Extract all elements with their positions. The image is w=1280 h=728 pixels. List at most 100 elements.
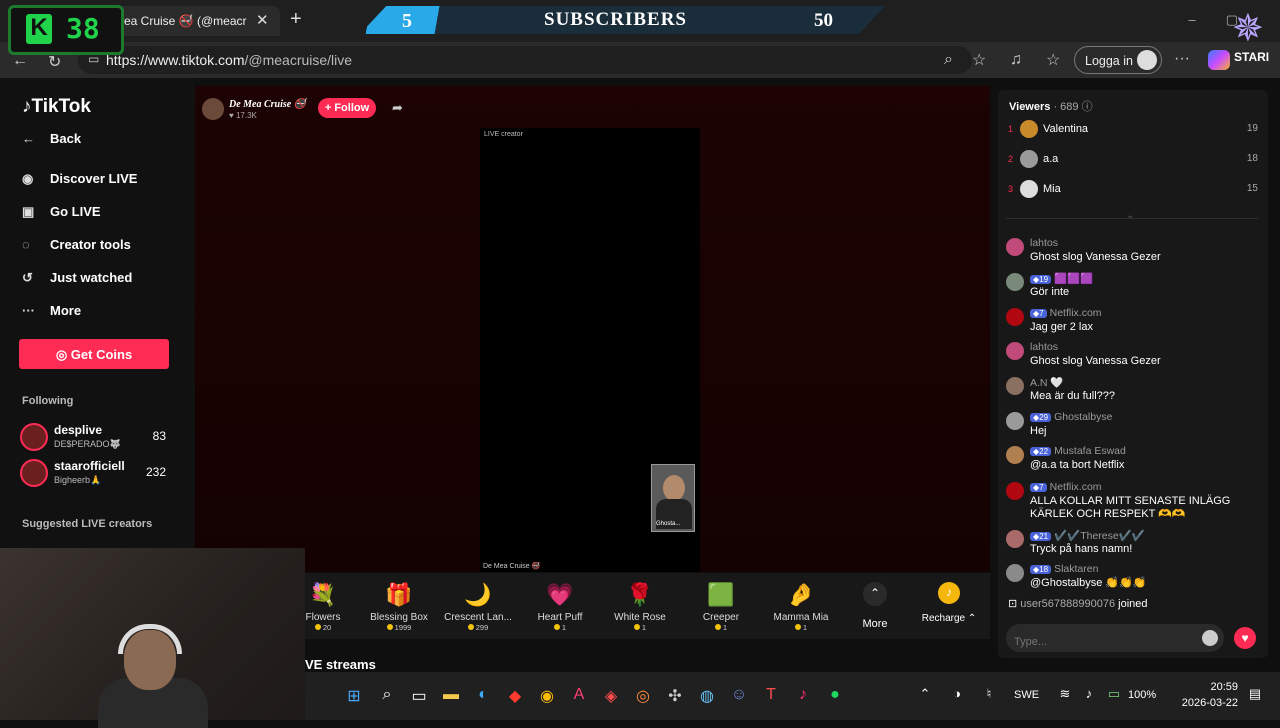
- viewer-rank-row[interactable]: 3 Mia 15: [1008, 180, 1258, 202]
- favorites-icon[interactable]: ☆: [1046, 50, 1060, 70]
- guest-video[interactable]: Ghosta...: [651, 464, 695, 532]
- emoji-icon[interactable]: [1202, 630, 1218, 646]
- viewer-name: Valentina: [1043, 123, 1089, 135]
- start-icon[interactable]: ⊞: [343, 686, 365, 706]
- spotify-icon[interactable]: ●: [824, 686, 846, 706]
- openai-icon[interactable]: ✣: [664, 686, 686, 706]
- app-diamond-icon[interactable]: ◆: [504, 686, 526, 706]
- reload-icon[interactable]: ↻: [48, 52, 61, 72]
- language-indicator[interactable]: SWE: [1014, 689, 1039, 701]
- chat-username[interactable]: ◆19 🟪🟪🟪: [1030, 272, 1093, 285]
- adobe-icon[interactable]: A: [568, 686, 590, 706]
- sidebar-item-go-live[interactable]: ▣ Go LIVE: [22, 204, 101, 220]
- following-item[interactable]: staarofficiell Bigheerb🙏 232: [20, 459, 170, 493]
- microphone-icon[interactable]: ♮: [978, 686, 1000, 706]
- host-avatar[interactable]: [202, 98, 224, 120]
- clock-date[interactable]: 2026-03-22: [1170, 697, 1238, 709]
- avatar: [1020, 150, 1038, 168]
- gift-item[interactable]: 💗 Heart Puff 1: [521, 580, 599, 632]
- sidebar-item-more[interactable]: ··· More: [22, 303, 81, 318]
- tiktok-logo[interactable]: ♪TikTok: [22, 96, 91, 118]
- gift-item[interactable]: 🌹 White Rose 1: [601, 580, 679, 632]
- tiktok-app-icon[interactable]: ♪: [792, 686, 814, 706]
- gift-item[interactable]: 🎁 Blessing Box 1999: [360, 580, 438, 632]
- edge-icon[interactable]: ◐: [472, 686, 494, 706]
- tiktok-logo-text: TikTok: [31, 96, 91, 117]
- chat-text: Ghost slog Vanessa Gezer: [1030, 251, 1161, 263]
- chat-username[interactable]: ◆7 Netflix.com: [1030, 481, 1102, 493]
- login-button[interactable]: Logga in: [1074, 46, 1162, 74]
- more-icon: ···: [22, 303, 35, 318]
- host-name[interactable]: De Mea Cruise 🚭: [229, 99, 306, 110]
- chat-username[interactable]: lahtos: [1030, 237, 1058, 249]
- join-user[interactable]: user567888990076: [1020, 598, 1115, 610]
- file-explorer-icon[interactable]: ▬: [440, 686, 462, 706]
- search-icon[interactable]: ⌕: [376, 686, 398, 706]
- sidebar-item-discover-live[interactable]: ◉ Discover LIVE: [22, 171, 137, 187]
- chat-username[interactable]: ◆21 ✔️✔️Therese✔️✔️: [1030, 529, 1145, 542]
- notification-icon[interactable]: ▤: [1244, 686, 1266, 706]
- tray-app-icon[interactable]: ◑: [946, 686, 968, 706]
- gift-icon: 🌙: [464, 582, 492, 607]
- gift-name: Blessing Box: [370, 612, 428, 623]
- menu-dots-icon[interactable]: ···: [1174, 50, 1190, 68]
- following-title: Following: [22, 395, 74, 407]
- following-subtitle: Bigheerb🙏: [54, 475, 102, 485]
- sidebar-item-back[interactable]: ← Back: [22, 131, 81, 146]
- sidebar-item-creator-tools[interactable]: ◌ Creator tools: [22, 237, 131, 252]
- steam-icon[interactable]: ◍: [696, 686, 718, 706]
- copilot-icon[interactable]: [1208, 50, 1230, 70]
- url-path: /@meacruise/live: [244, 52, 353, 68]
- shield-app-icon[interactable]: ◈: [600, 686, 622, 706]
- expand-chevron-icon[interactable]: ⌄: [1126, 210, 1134, 221]
- gift-item[interactable]: 🟩 Creeper 1: [682, 580, 760, 632]
- chat-username[interactable]: ◆22 Mustafa Eswad: [1030, 445, 1126, 457]
- volume-icon[interactable]: ♪: [1078, 686, 1100, 706]
- chat-username[interactable]: A.N 🤍: [1030, 376, 1064, 389]
- viewer-rank-row[interactable]: 1 Valentina 19: [1008, 120, 1258, 142]
- chat-text: Mea är du full???: [1030, 390, 1115, 402]
- chat-username[interactable]: ◆18 Slaktaren: [1030, 563, 1098, 575]
- favorite-star-icon[interactable]: ☆: [972, 50, 986, 70]
- zoom-icon[interactable]: ⌕: [944, 51, 953, 69]
- sidebar-item-just-watched[interactable]: ↺ Just watched: [22, 270, 132, 286]
- follow-button[interactable]: + Follow: [318, 98, 376, 118]
- share-icon[interactable]: ➦: [392, 100, 403, 116]
- viewer-score: 18: [1246, 153, 1258, 164]
- viewer-rank-row[interactable]: 2 a.a 18: [1008, 150, 1258, 172]
- join-text: joined: [1118, 598, 1148, 610]
- chat-text: Ghost slog Vanessa Gezer: [1030, 355, 1161, 367]
- clock-time[interactable]: 20:59: [1200, 681, 1238, 693]
- recharge-button[interactable]: ♪ Recharge ⌃: [918, 582, 980, 624]
- like-heart-button[interactable]: ♥: [1234, 627, 1256, 649]
- close-tab-icon[interactable]: ✕: [256, 11, 269, 29]
- more-gifts-button[interactable]: ⌃ More: [852, 582, 898, 630]
- viewers-header[interactable]: Viewers · 689 ⓘ: [1009, 98, 1093, 114]
- chat-input[interactable]: [1006, 624, 1224, 652]
- read-aloud-icon[interactable]: ♫: [1010, 51, 1022, 69]
- tray-chevron-icon[interactable]: ⌃: [914, 686, 936, 706]
- origin-icon[interactable]: ◎: [632, 686, 654, 706]
- tf-app-icon[interactable]: T: [760, 686, 782, 706]
- chat-text: @Ghostalbyse 👏👏👏: [1030, 577, 1147, 589]
- address-bar[interactable]: https://www.tiktok.com/@meacruise/live: [78, 46, 972, 74]
- avatar: [1006, 412, 1024, 430]
- creator-watermark: De Mea Cruise 🚭: [483, 563, 541, 570]
- battery-icon[interactable]: ▭: [1103, 686, 1125, 706]
- new-tab-icon[interactable]: +: [290, 8, 302, 31]
- gift-item[interactable]: 🌙 Crescent Lan... 299: [439, 580, 517, 632]
- chat-username[interactable]: ◆29 Ghostalbyse: [1030, 411, 1112, 423]
- browser-tab[interactable]: ea Cruise 🚭 (@meacr: [110, 6, 280, 36]
- chat-username[interactable]: ◆7 Netflix.com: [1030, 307, 1102, 319]
- gift-item[interactable]: 🤌 Mamma Mia 1: [762, 580, 840, 632]
- chrome-icon[interactable]: ◉: [536, 686, 558, 706]
- rank-number: 1: [1008, 124, 1014, 134]
- discord-icon[interactable]: ☺: [728, 686, 750, 706]
- chat-text: @a.a ta bort Netflix: [1030, 459, 1125, 471]
- chat-username[interactable]: lahtos: [1030, 341, 1058, 353]
- subscriber-label: SUBSCRIBERS: [544, 9, 687, 30]
- wifi-icon[interactable]: ≋: [1054, 686, 1076, 706]
- get-coins-button[interactable]: ◎ Get Coins: [19, 339, 169, 369]
- task-view-icon[interactable]: ▭: [408, 686, 430, 706]
- following-item[interactable]: desplive DE$PERADO🐺 83: [20, 423, 170, 457]
